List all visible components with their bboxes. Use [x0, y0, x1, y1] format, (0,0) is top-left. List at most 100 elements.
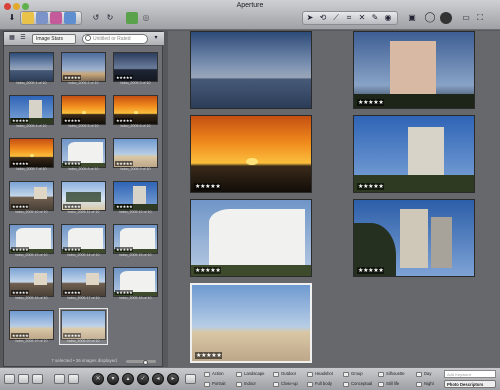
thumbnail[interactable]: ★★★★★ bobo_2005 20 of 10 [59, 308, 108, 345]
list-view-icon[interactable]: ☰ [18, 33, 28, 43]
keyword-button[interactable] [273, 372, 279, 377]
thumbnail-rating: ★★★★★ [115, 75, 134, 80]
keyword-button[interactable] [416, 372, 422, 377]
show-browser-button[interactable] [4, 374, 15, 384]
viewer-image[interactable]: ★★★★★ [190, 283, 312, 363]
spot-patch-tool-icon[interactable]: ✎ [369, 12, 381, 24]
select-button[interactable]: ✓ [137, 373, 149, 385]
view-split-button[interactable] [54, 374, 65, 384]
keyword-presets-button[interactable] [185, 374, 196, 384]
rotate-left-icon[interactable]: ↺ [90, 12, 102, 24]
select-tool-icon[interactable]: ➤ [304, 12, 316, 24]
rotate-right-icon[interactable]: ↻ [104, 12, 116, 24]
search-input[interactable]: Untitled or Rated [82, 34, 148, 44]
thumbnail[interactable]: ★★★★★ bobo_2005 9 of 10 [111, 136, 160, 173]
keyword-button[interactable] [307, 372, 313, 377]
light-table-icon[interactable] [440, 12, 452, 24]
keyword-button[interactable] [416, 382, 422, 387]
thumbnail-caption: bobo_2005 5 of 10 [68, 124, 99, 128]
thumbnail[interactable]: ★★★★★ bobo_2005 8 of 10 [59, 136, 108, 173]
keyword-label: Close-up [281, 381, 298, 386]
thumbnail[interactable]: ★★★★★ bobo_2005 14 of 10 [59, 222, 108, 259]
stack-icon[interactable] [126, 12, 138, 24]
redeye-tool-icon[interactable]: ✕ [356, 12, 368, 24]
keyword-button[interactable] [343, 382, 349, 387]
view-full-button[interactable] [68, 374, 79, 384]
keyword-button[interactable] [236, 382, 242, 387]
thumbnail[interactable]: ★★★★★ bobo_2005 7 of 10 [7, 136, 56, 173]
keyword-label: Landscape [244, 371, 265, 376]
thumbnail[interactable]: ★★★★★ bobo_2005 11 of 10 [59, 179, 108, 216]
search-options-icon[interactable]: ▾ [151, 33, 161, 43]
keyword-button[interactable] [204, 382, 210, 387]
thumbnail-caption: bobo_2005 19 of 10 [15, 339, 48, 343]
thumbnail-caption: bobo_2005 7 of 10 [16, 167, 47, 171]
keyword-label: Indoor [244, 381, 256, 386]
thumbnail[interactable]: ★★★★★ bobo_2005 18 of 10 [111, 265, 160, 302]
rotate-tool-icon[interactable]: ⟲ [317, 12, 329, 24]
thumbnail[interactable]: ★★★★★ bobo_2005 2 of 10 [59, 50, 108, 87]
new-project-icon[interactable] [22, 12, 34, 24]
thumbnail[interactable]: ★★★★★ bobo_2005 4 of 10 [7, 93, 56, 130]
viewer-image[interactable]: ★★★★★ [353, 199, 475, 277]
thumbnail[interactable]: bobo_2005 1 of 10 [7, 50, 56, 87]
toolbar: Aperture ⬇ ↺ ↻ ◎ ➤ ⟲ ⟋ ⌗ ✕ ✎ ◉ ▣ ◯ ▭ ⛶ [0, 0, 500, 30]
viewer-image[interactable] [190, 31, 312, 109]
straighten-tool-icon[interactable]: ⟋ [330, 12, 342, 24]
thumbnail-caption: bobo_2005 15 of 10 [119, 253, 152, 257]
filter-popup[interactable]: Image Stars [32, 34, 76, 44]
viewer-image[interactable]: ★★★★★ [353, 31, 475, 109]
thumbnail-image [9, 52, 54, 82]
thumbnail[interactable]: ★★★★★ bobo_2005 3 of 10 [111, 50, 160, 87]
crop-tool-icon[interactable]: ⌗ [343, 12, 355, 24]
thumbnail-caption: bobo_2005 6 of 10 [120, 124, 151, 128]
viewer-mode-icon[interactable]: ▭ [460, 12, 472, 24]
keyword-label: Still life [386, 381, 400, 386]
keyword-button[interactable] [378, 372, 384, 377]
rating-up-button[interactable]: ▴ [122, 373, 134, 385]
next-image-button[interactable]: ▸ [167, 373, 179, 385]
compare-icon[interactable]: ◎ [140, 12, 152, 24]
keyword-button[interactable] [273, 382, 279, 387]
keyword-button[interactable] [236, 372, 242, 377]
add-keyword-field[interactable]: Add Keyword [444, 370, 496, 378]
lift-stamp-icon[interactable]: ▣ [406, 12, 418, 24]
loupe-tool-icon[interactable]: ◉ [382, 12, 394, 24]
keyword-button[interactable] [343, 372, 349, 377]
viewer-image[interactable]: ★★★★★ [190, 199, 312, 277]
thumbnail-caption: bobo_2005 17 of 10 [67, 296, 100, 300]
new-album-icon[interactable] [36, 12, 48, 24]
new-webpage-icon[interactable] [64, 12, 76, 24]
thumbnail[interactable]: ★★★★★ bobo_2005 15 of 10 [111, 222, 160, 259]
filmstrip-button[interactable] [18, 374, 29, 384]
keyword-button[interactable] [204, 372, 210, 377]
thumbnail-caption: bobo_2005 14 of 10 [67, 253, 100, 257]
keyword-label: Conceptual [351, 381, 373, 386]
thumbnail-size-knob[interactable] [143, 360, 148, 365]
thumbnail-size-slider[interactable] [126, 360, 156, 363]
keyword-preset-popup[interactable]: Photo Descriptors [444, 380, 496, 388]
thumbnail[interactable]: ★★★★★ bobo_2005 10 of 10 [7, 179, 56, 216]
keyword-button[interactable] [378, 382, 384, 387]
import-icon[interactable]: ⬇ [6, 12, 18, 24]
keyword-label: Action [212, 371, 224, 376]
fullscreen-icon[interactable]: ⛶ [474, 12, 486, 24]
thumbnail[interactable]: ★★★★★ bobo_2005 5 of 10 [59, 93, 108, 130]
grid-view-icon[interactable]: ▦ [7, 33, 17, 43]
previous-image-button[interactable]: ◂ [152, 373, 164, 385]
thumbnail-rating: ★★★★★ [11, 204, 30, 209]
thumbnail[interactable]: ★★★★★ bobo_2005 6 of 10 [111, 93, 160, 130]
reject-button[interactable]: ✕ [92, 373, 104, 385]
new-book-icon[interactable] [50, 12, 62, 24]
thumbnail[interactable]: ★★★★★ bobo_2005 16 of 10 [7, 265, 56, 302]
keyword-button[interactable] [307, 382, 313, 387]
browser-only-button[interactable] [32, 374, 43, 384]
thumbnail[interactable]: ★★★★★ bobo_2005 17 of 10 [59, 265, 108, 302]
thumbnail[interactable]: ★★★★★ bobo_2005 13 of 10 [7, 222, 56, 259]
thumbnail[interactable]: ★★★★★ bobo_2005 12 of 10 [111, 179, 160, 216]
viewer-image[interactable]: ★★★★★ [190, 115, 312, 193]
rating-down-button[interactable]: ▾ [107, 373, 119, 385]
viewer-image[interactable]: ★★★★★ [353, 115, 475, 193]
loupe-icon[interactable]: ◯ [424, 12, 436, 24]
thumbnail[interactable]: ★★★★★ bobo_2005 19 of 10 [7, 308, 56, 345]
